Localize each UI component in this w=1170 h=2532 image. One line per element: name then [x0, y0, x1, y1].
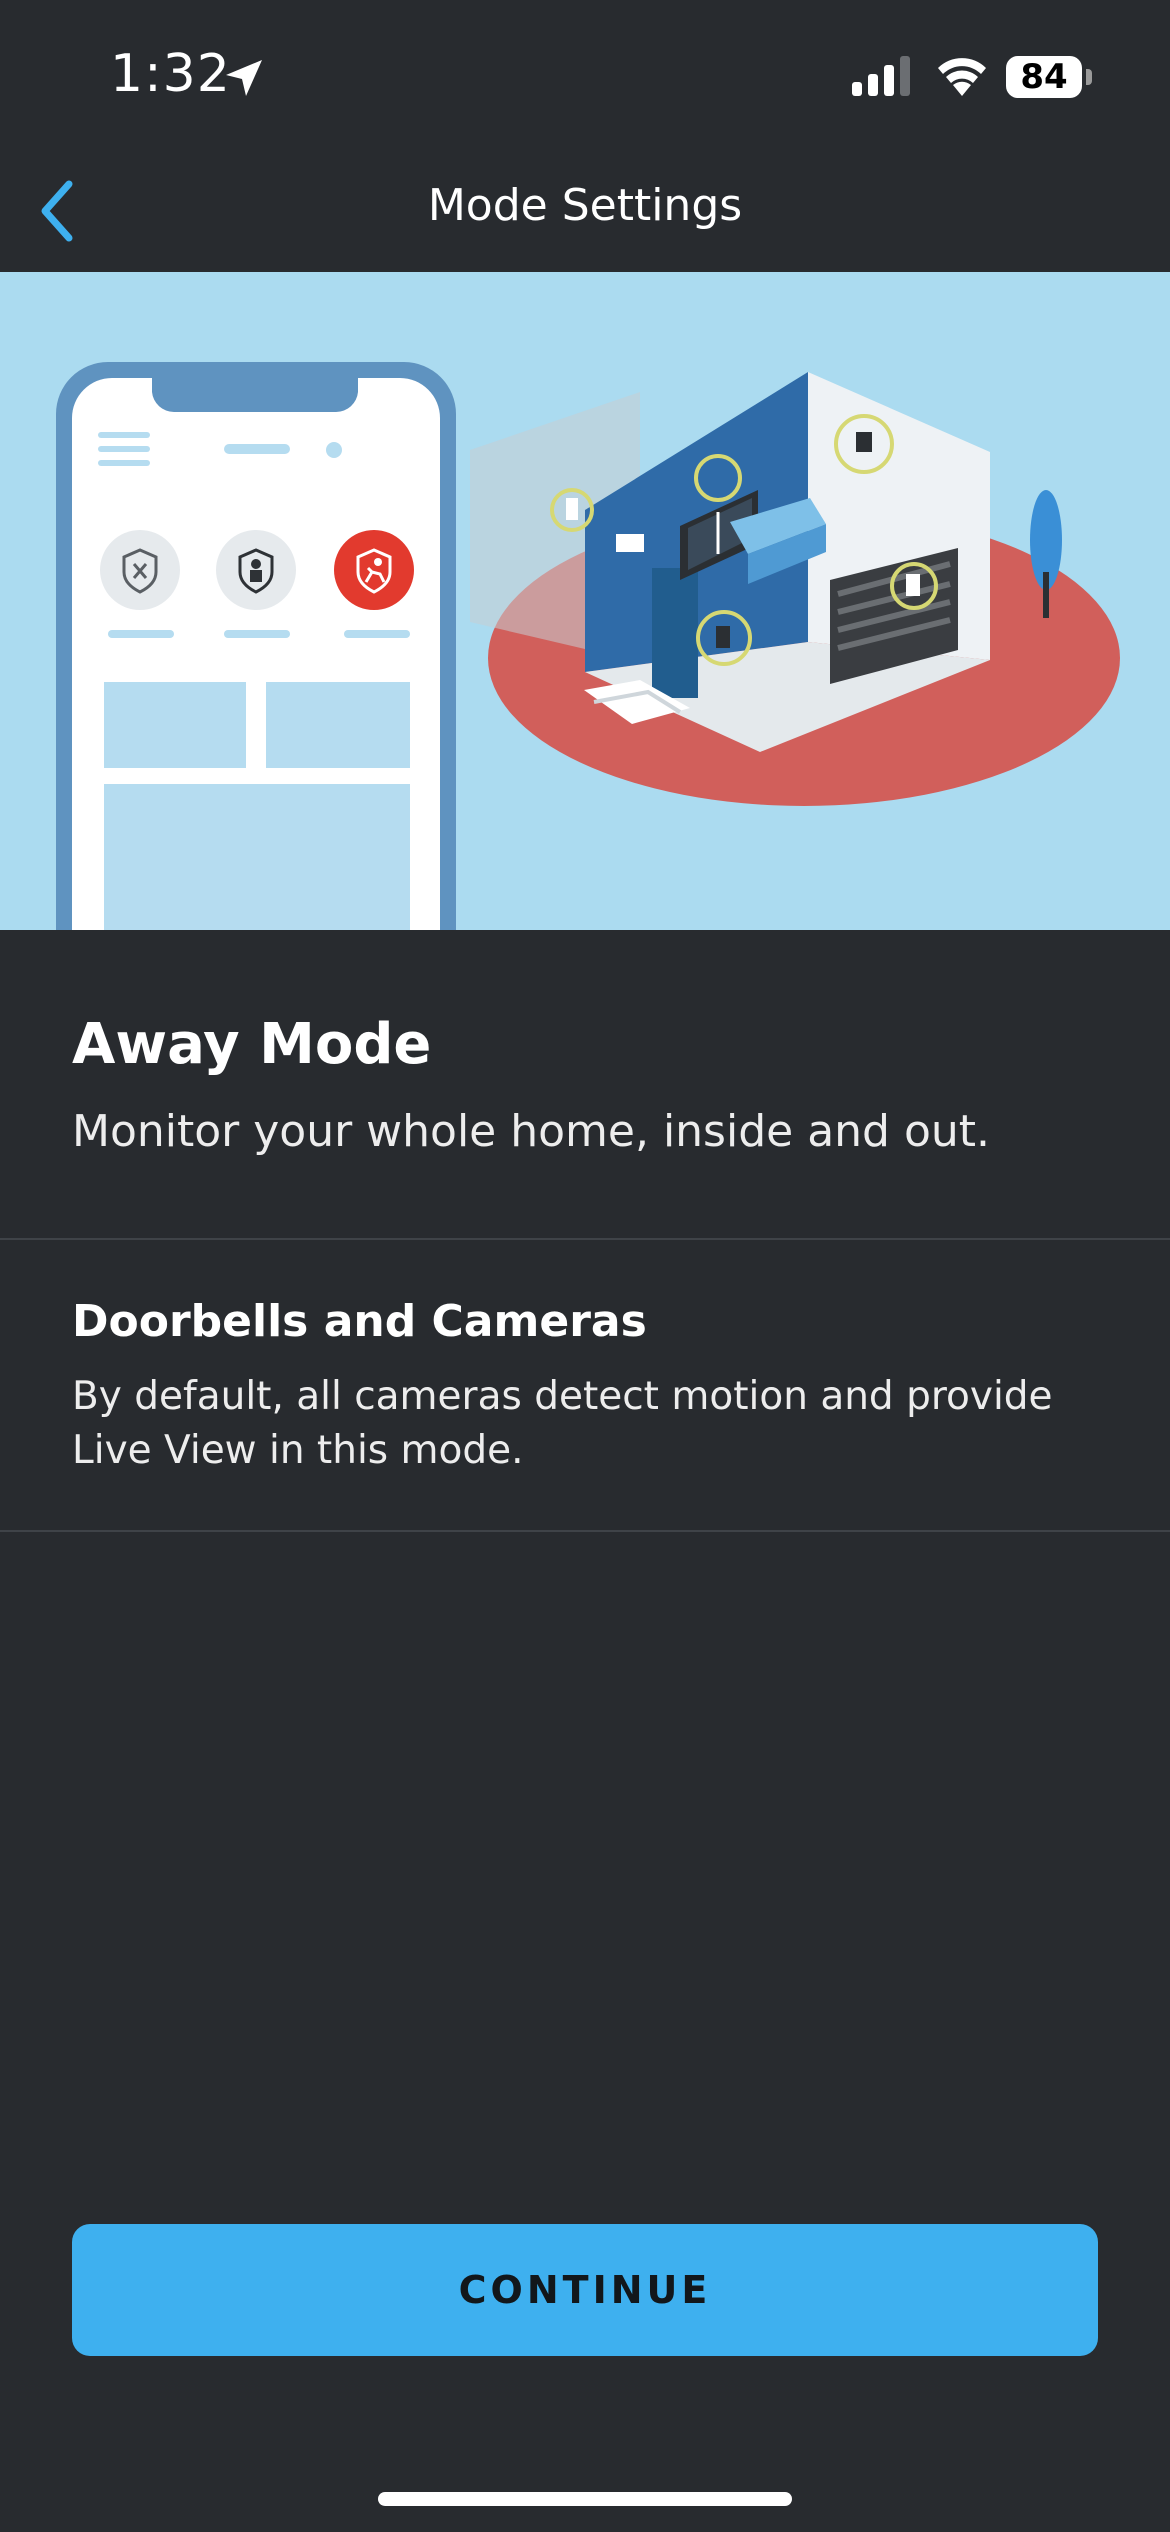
phone-illustration — [56, 362, 456, 930]
cameras-description: By default, all cameras detect motion an… — [72, 1374, 1053, 1473]
cameras-title: Doorbells and Cameras — [72, 1296, 647, 1347]
battery-level: 84 — [1020, 57, 1068, 97]
away-running-icon — [334, 530, 414, 610]
battery-tip — [1086, 69, 1092, 85]
status-time: 1:32 — [110, 44, 231, 104]
status-bar: 1:32 84 — [0, 0, 1170, 150]
location-arrow-icon — [226, 60, 262, 96]
page-title: Mode Settings — [427, 180, 743, 231]
mode-description: Monitor your whole home, inside and out. — [72, 1106, 991, 1157]
nav-bar: Mode Settings — [0, 150, 1170, 272]
hero-illustration — [0, 272, 1170, 930]
battery-icon: 84 — [1006, 56, 1082, 98]
cellular-signal-icon — [852, 56, 910, 96]
house-illustration — [470, 372, 1120, 806]
phone-and-house-illustration — [56, 362, 1120, 930]
mode-title: Away Mode — [72, 1012, 432, 1077]
wifi-icon — [938, 58, 986, 96]
cameras-section: Doorbells and Cameras By default, all ca… — [0, 1240, 1170, 1532]
mode-section: Away Mode Monitor your whole home, insid… — [0, 930, 1170, 1240]
home-indicator[interactable] — [378, 2492, 792, 2506]
continue-button[interactable]: CONTINUE — [72, 2224, 1098, 2356]
